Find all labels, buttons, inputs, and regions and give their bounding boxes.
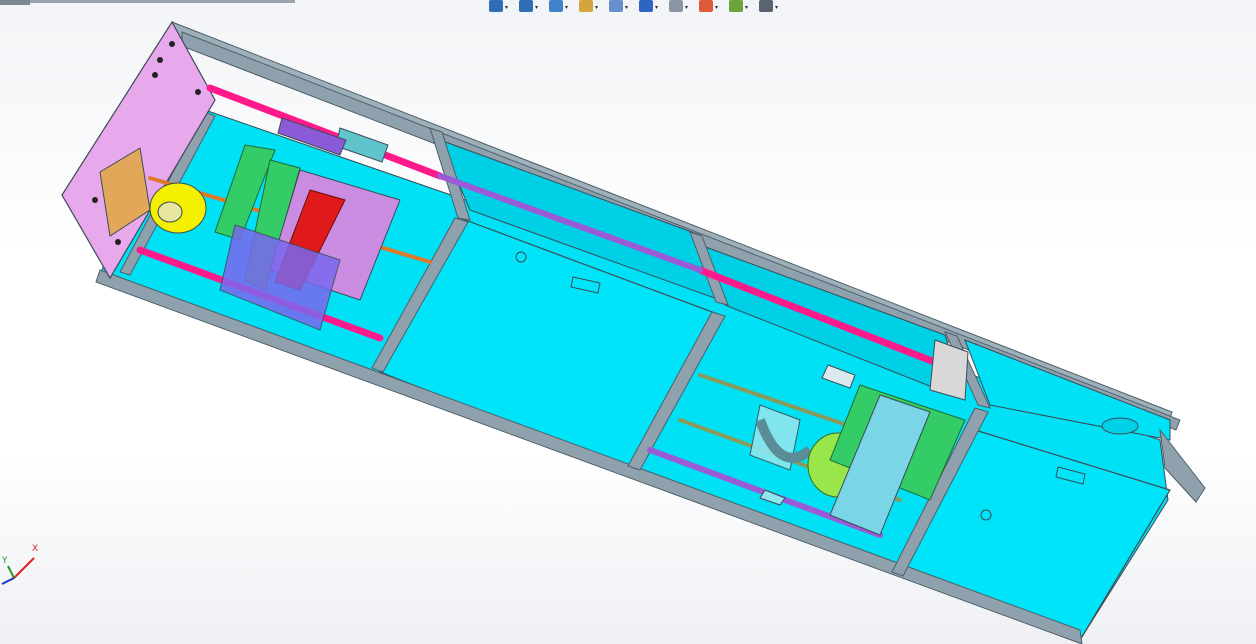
- y-axis: [7, 565, 15, 579]
- graphics-area[interactable]: [0, 0, 1256, 644]
- triad-x-label: X: [32, 544, 39, 554]
- coordinate-triad: X Y: [0, 540, 50, 590]
- enclosure-panels[interactable]: [99, 109, 1171, 641]
- assembly-model[interactable]: [0, 0, 1256, 644]
- x-axis: [13, 557, 35, 579]
- z-axis: [1, 577, 15, 585]
- triad-y-label: Y: [2, 556, 8, 566]
